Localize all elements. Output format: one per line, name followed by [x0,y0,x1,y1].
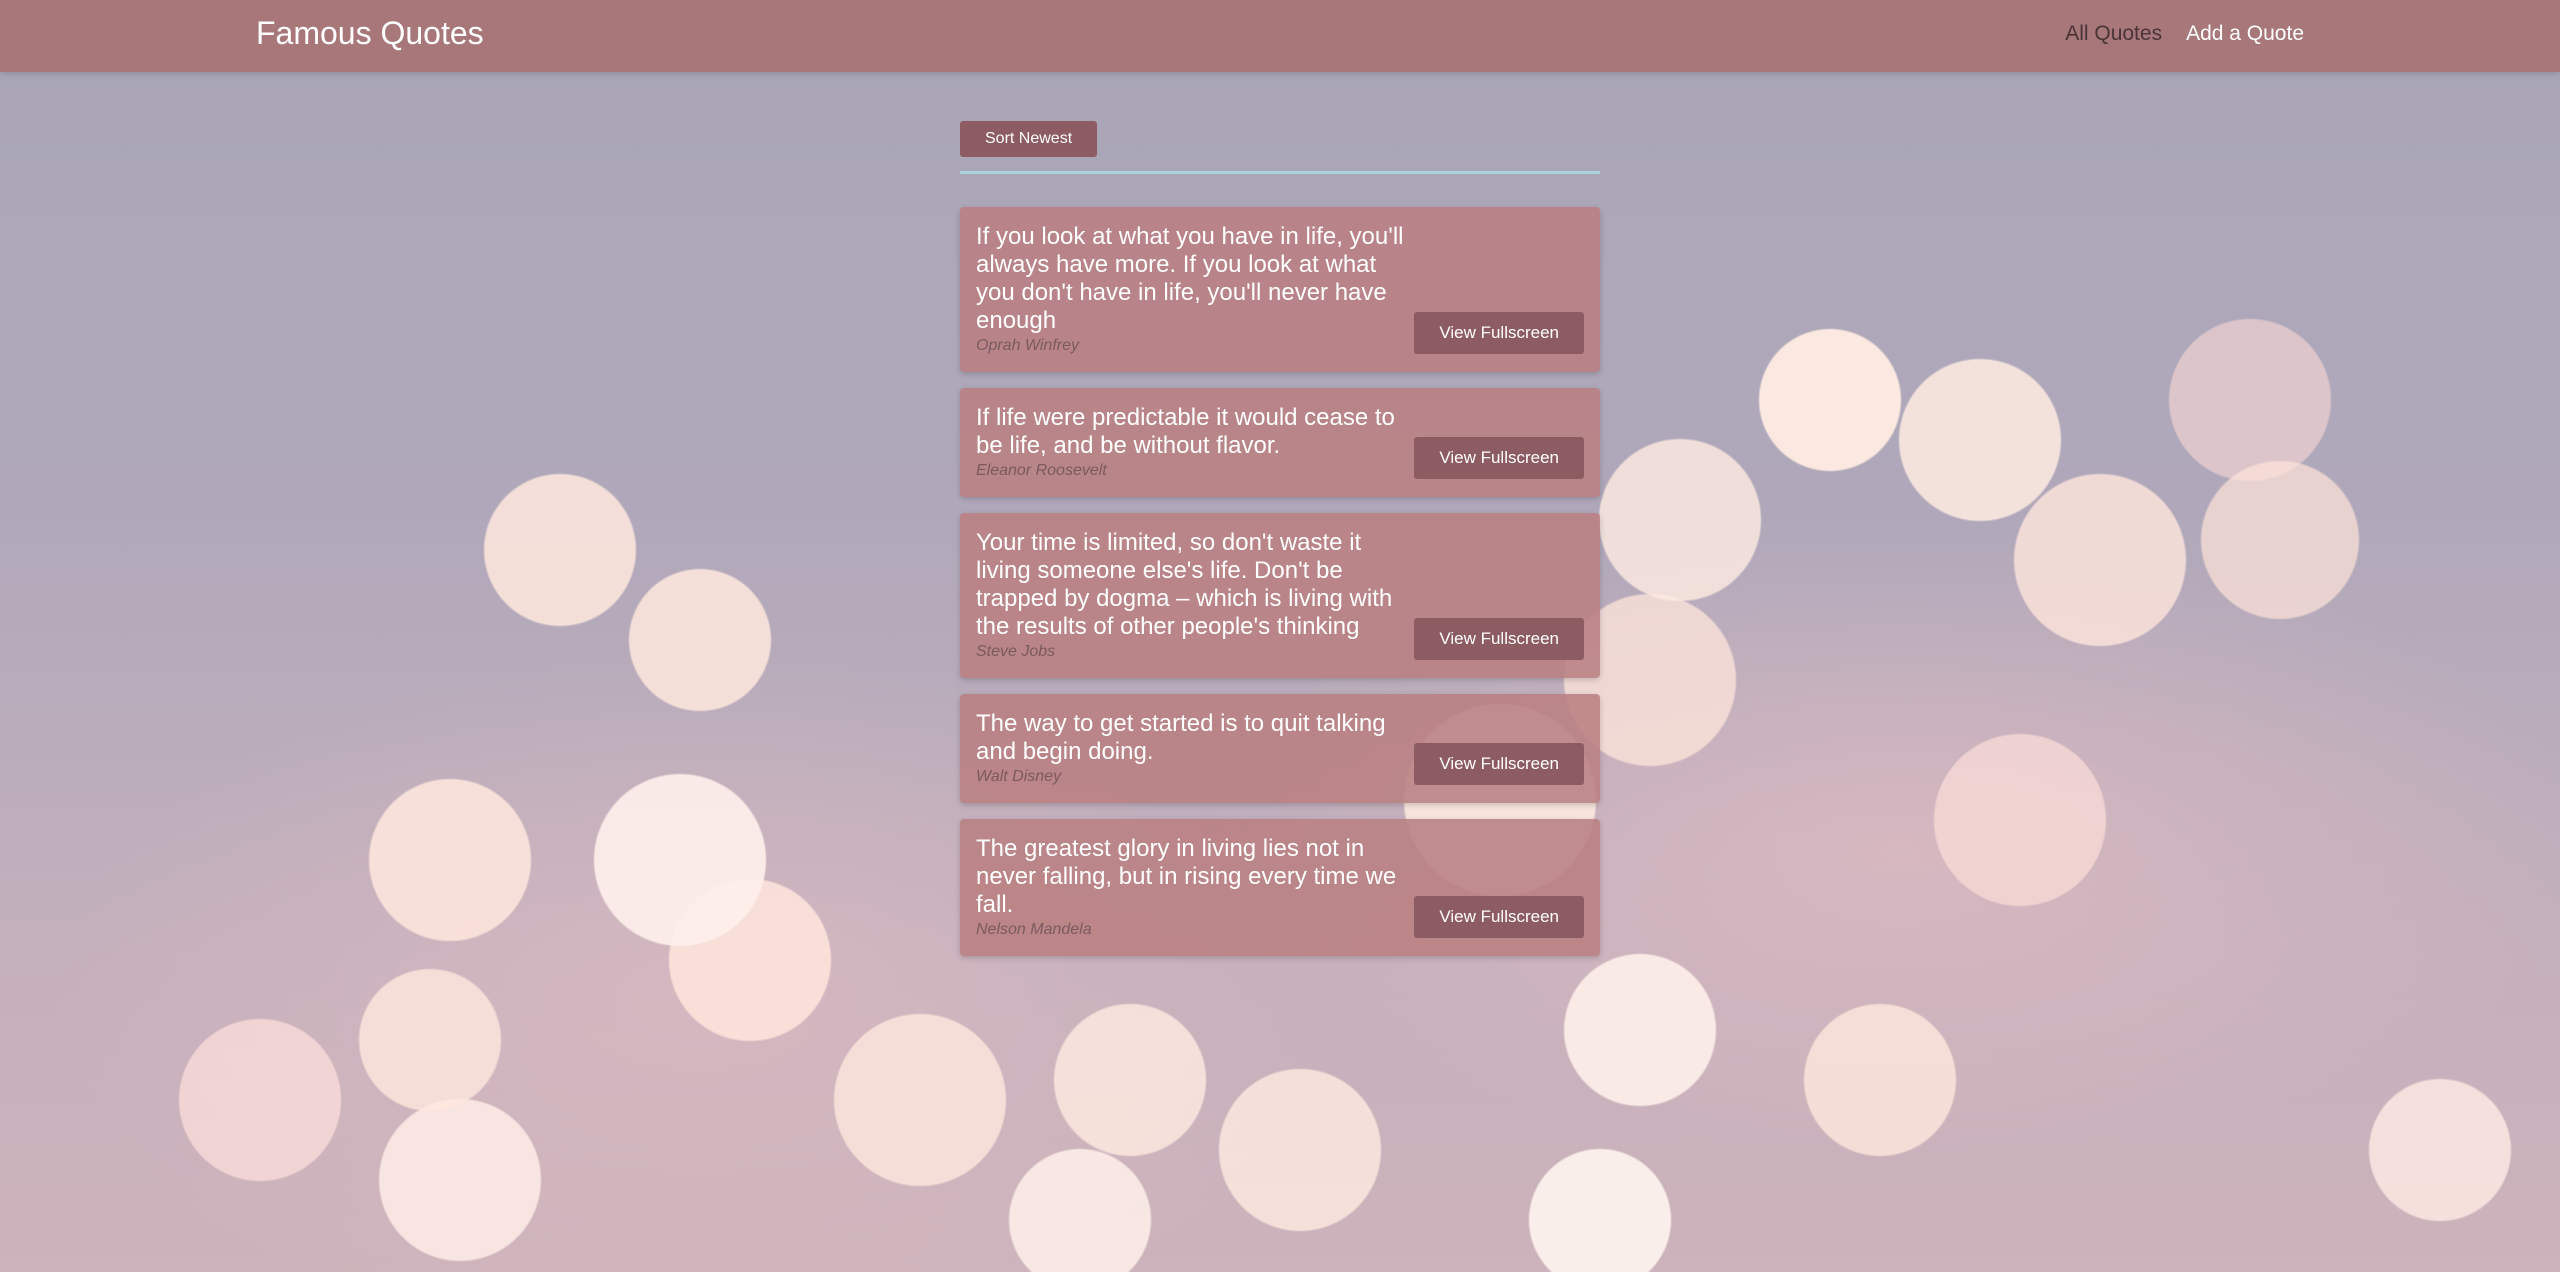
view-fullscreen-button[interactable]: View Fullscreen [1414,743,1584,785]
nav-links: All Quotes Add a Quote [2065,20,2304,48]
quote-card: Your time is limited, so don't waste it … [960,513,1600,678]
quote-card: If you look at what you have in life, yo… [960,207,1600,372]
quote-body: The way to get started is to quit talkin… [976,710,1406,787]
quote-author: Steve Jobs [976,643,1056,660]
quote-body: Your time is limited, so don't waste it … [976,529,1406,662]
view-fullscreen-button[interactable]: View Fullscreen [1414,618,1584,660]
quote-text: If life were predictable it would cease … [976,404,1395,459]
divider [960,171,1600,174]
quote-author: Nelson Mandela [976,921,1092,938]
view-fullscreen-button[interactable]: View Fullscreen [1414,437,1584,479]
quote-author: Eleanor Roosevelt [976,462,1107,479]
quote-text: The way to get started is to quit talkin… [976,710,1386,765]
quote-body: The greatest glory in living lies not in… [976,835,1406,940]
main-content: Sort Newest If you look at what you have… [960,121,1600,972]
quote-body: If you look at what you have in life, yo… [976,223,1406,356]
quote-body: If life were predictable it would cease … [976,404,1406,481]
quote-list: If you look at what you have in life, yo… [960,207,1600,956]
nav-link-all-quotes[interactable]: All Quotes [2065,20,2162,48]
quote-card: The greatest glory in living lies not in… [960,819,1600,956]
brand-title[interactable]: Famous Quotes [256,14,484,52]
quote-author: Walt Disney [976,768,1062,785]
quote-card: The way to get started is to quit talkin… [960,694,1600,803]
sort-newest-button[interactable]: Sort Newest [960,121,1098,157]
view-fullscreen-button[interactable]: View Fullscreen [1414,896,1584,938]
quote-text: Your time is limited, so don't waste it … [976,529,1393,640]
quote-author: Oprah Winfrey [976,337,1079,354]
quote-text: The greatest glory in living lies not in… [976,835,1397,918]
quote-text: If you look at what you have in life, yo… [976,223,1404,334]
view-fullscreen-button[interactable]: View Fullscreen [1414,312,1584,354]
nav-link-add-quote[interactable]: Add a Quote [2186,20,2304,48]
navbar: Famous Quotes All Quotes Add a Quote [0,0,2560,72]
quote-card: If life were predictable it would cease … [960,388,1600,497]
